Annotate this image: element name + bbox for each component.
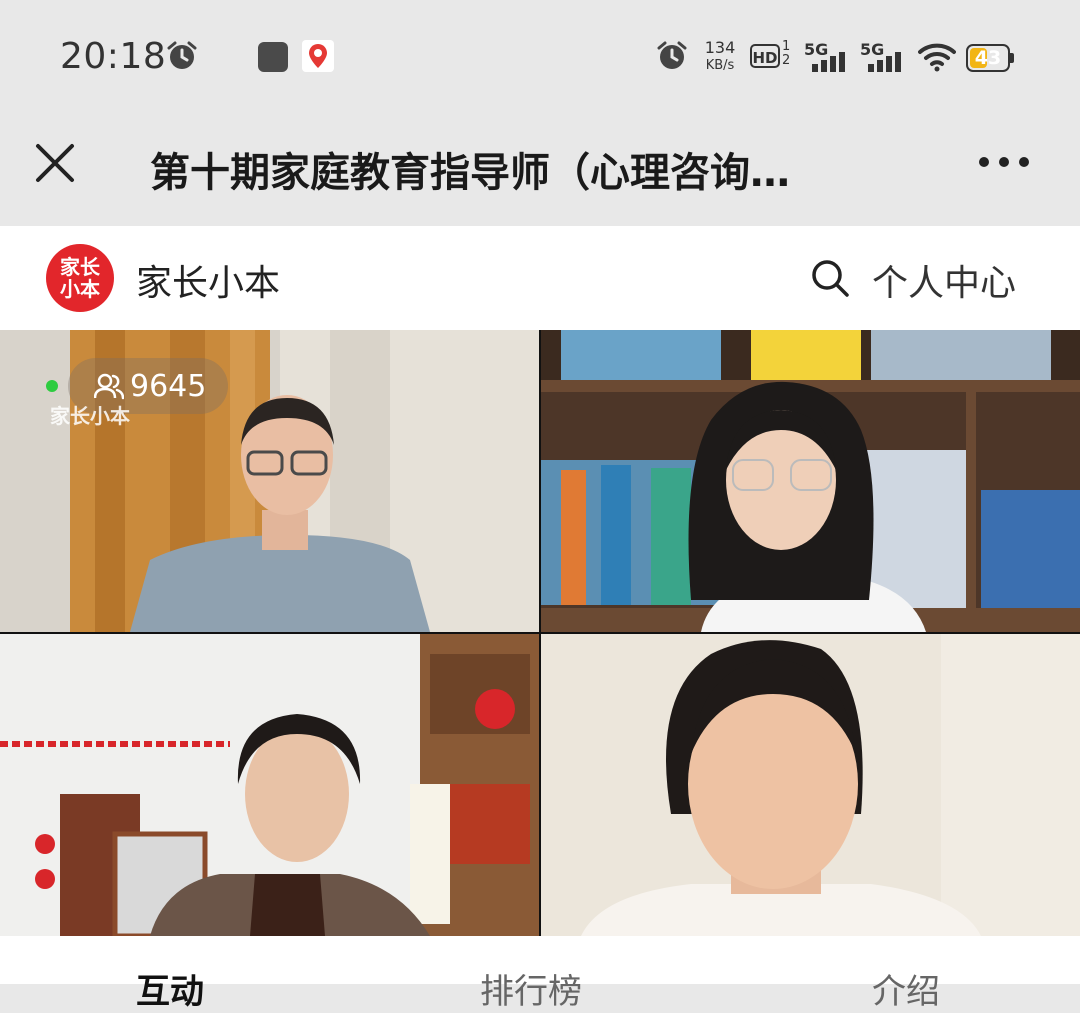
brand-watermark: 家长小本 [50, 404, 130, 428]
brand-logo[interactable]: 家长 小本 [46, 244, 114, 312]
tab-bar: 互动 排行榜 介绍 [0, 936, 1080, 1012]
video-tile-speaker-3[interactable] [0, 634, 539, 936]
video-frame-4 [541, 634, 1080, 936]
brand-header: 家长 小本 家长小本 个人中心 [0, 226, 1080, 330]
app-notification-icon [258, 42, 288, 72]
page-title: 第十期家庭教育指导师（心理咨询… [150, 150, 790, 196]
video-tile-speaker-1[interactable]: 9645 家长小本 [0, 330, 539, 632]
video-frame-3 [0, 634, 539, 936]
tab-introduction[interactable]: 介绍 [872, 964, 940, 1013]
search-icon[interactable] [810, 258, 850, 298]
brand-name[interactable]: 家长小本 [136, 254, 280, 306]
logo-text-line2: 小本 [60, 277, 100, 301]
more-icon[interactable] [976, 150, 1032, 174]
video-tile-speaker-4[interactable] [541, 634, 1080, 936]
hd-slots: 1 2 [782, 40, 790, 68]
network-speed-unit: KB/s [705, 58, 735, 73]
viewer-count: 9645 [130, 368, 207, 404]
tab-interaction[interactable]: 互动 [136, 964, 204, 1013]
battery-icon: 43 [966, 44, 1014, 72]
signal-icon [812, 52, 845, 72]
map-icon [302, 40, 334, 72]
status-time: 20:18 [60, 36, 167, 77]
hd-slot-1: 1 [782, 39, 791, 54]
alarm-icon [657, 41, 687, 69]
signal-icon [868, 52, 901, 72]
battery-level: 43 [974, 47, 1002, 69]
status-bar: 20:18 134 KB/s HD 1 2 5G 5G 43 [0, 0, 1080, 112]
video-grid[interactable]: 9645 家长小本 [0, 330, 1080, 936]
network-speed: 134 KB/s [700, 40, 740, 74]
network-speed-value: 134 [704, 38, 736, 57]
people-icon [94, 373, 124, 400]
alarm-icon [167, 41, 197, 69]
title-bar: 第十期家庭教育指导师（心理咨询… [0, 112, 1080, 226]
logo-text-line1: 家长 [60, 255, 100, 279]
live-status-dot [46, 380, 58, 392]
wifi-icon [918, 43, 956, 72]
video-tile-speaker-2[interactable] [541, 330, 1080, 632]
hd-badge: HD [750, 44, 780, 68]
video-frame-2 [541, 330, 1080, 632]
hd-slot-2: 2 [782, 53, 791, 68]
tab-leaderboard[interactable]: 排行榜 [480, 964, 582, 1013]
personal-center-link[interactable]: 个人中心 [872, 254, 1016, 306]
close-icon[interactable] [30, 138, 80, 188]
